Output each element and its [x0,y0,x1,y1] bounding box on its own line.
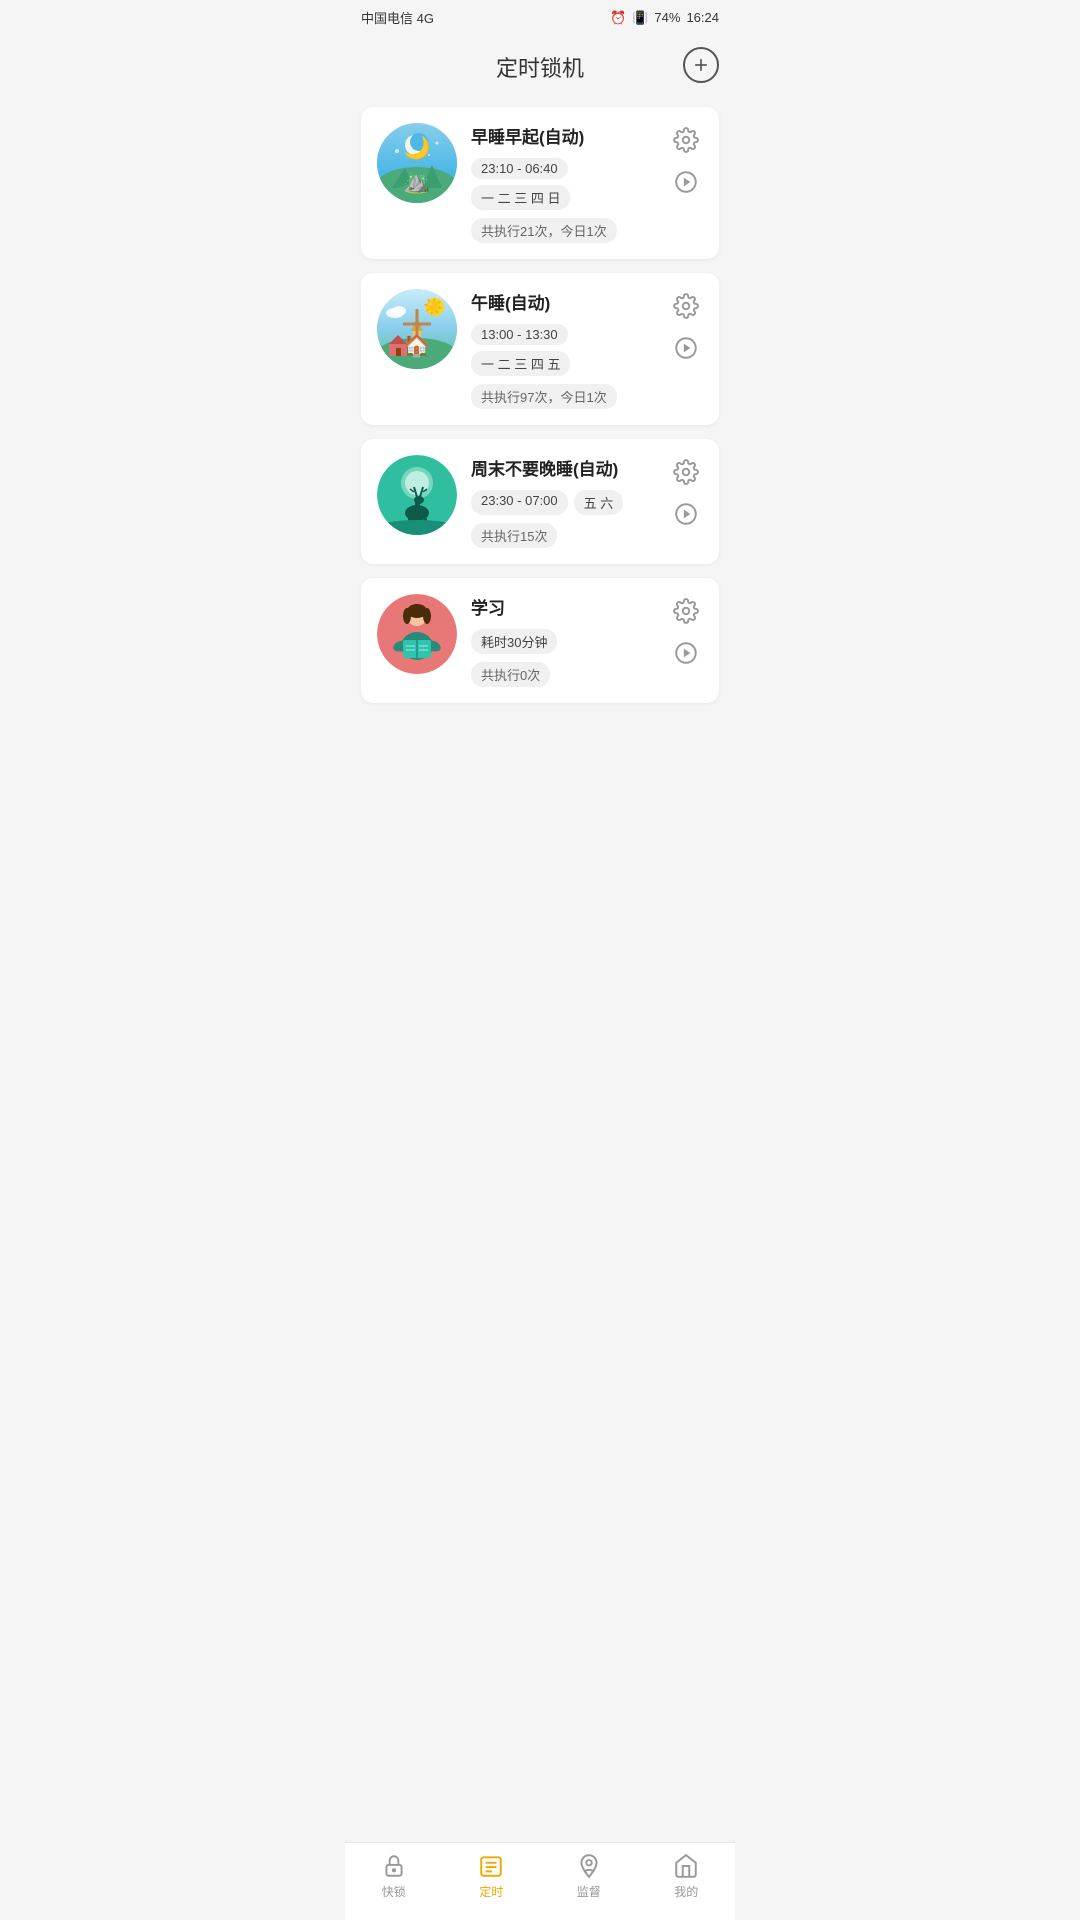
card-title-study: 学习 [471,594,655,619]
page-header: 定时锁机 [345,31,735,99]
card-body-early-sleep: 早睡早起(自动) 23:10 - 06:40 一 二 三 四 日 共执行21次，… [471,123,655,243]
nav-label-monitor: 监督 [577,1883,601,1900]
card-tags-early-sleep: 23:10 - 06:40 一 二 三 四 日 [471,158,655,210]
card-tags-weekend: 23:30 - 07:00 五 六 [471,490,655,515]
settings-button-weekend[interactable] [669,455,703,489]
battery-text: 74% [654,10,680,25]
schedule-card-weekend: 周末不要晚睡(自动) 23:30 - 07:00 五 六 共执行15次 [361,439,719,564]
nav-label-quick-lock: 快锁 [382,1883,406,1900]
schedule-card-early-sleep: 早睡早起(自动) 23:10 - 06:40 一 二 三 四 日 共执行21次，… [361,107,719,259]
alarm-icon: ⏰ [610,10,626,26]
days-tag-weekend: 五 六 [574,490,624,515]
status-bar: 中国电信 4G ⏰ 📳 74% 16:24 [345,0,735,31]
schedule-image-early-sleep [377,123,457,203]
play-button-study[interactable] [669,636,703,670]
card-title-weekend: 周末不要晚睡(自动) [471,455,655,480]
card-title-early-sleep: 早睡早起(自动) [471,123,655,148]
card-tags-study: 耗时30分钟 [471,629,655,654]
play-button-weekend[interactable] [669,497,703,531]
card-actions-study [669,594,703,670]
card-tags-noon: 13:00 - 13:30 一 二 三 四 五 [471,324,655,376]
stat-study: 共执行0次 [471,662,550,687]
card-actions-noon [669,289,703,365]
add-schedule-button[interactable] [683,47,719,83]
card-body-weekend: 周末不要晚睡(自动) 23:30 - 07:00 五 六 共执行15次 [471,455,655,548]
settings-button-noon[interactable] [669,289,703,323]
card-actions-weekend [669,455,703,531]
card-title-noon: 午睡(自动) [471,289,655,314]
time-range-tag-weekend: 23:30 - 07:00 [471,490,568,515]
time-range-tag-noon: 13:00 - 13:30 [471,324,568,345]
stat-noon: 共执行97次，今日1次 [471,384,617,409]
play-button-early-sleep[interactable] [669,165,703,199]
stat-early-sleep: 共执行21次，今日1次 [471,218,617,243]
card-body-noon: 午睡(自动) 13:00 - 13:30 一 二 三 四 五 共执行97次，今日… [471,289,655,409]
schedule-image-noon [377,289,457,369]
status-right: ⏰ 📳 74% 16:24 [610,10,719,26]
time-text: 16:24 [686,10,719,25]
card-body-study: 学习 耗时30分钟 共执行0次 [471,594,655,687]
settings-button-early-sleep[interactable] [669,123,703,157]
nav-item-schedule[interactable]: 定时 [461,1853,521,1900]
schedule-image-weekend [377,455,457,535]
nav-item-mine[interactable]: 我的 [656,1853,716,1900]
settings-button-study[interactable] [669,594,703,628]
schedule-card-study: 学习 耗时30分钟 共执行0次 [361,578,719,703]
nav-item-monitor[interactable]: 监督 [559,1853,619,1900]
page-title: 定时锁机 [496,51,584,83]
duration-tag-study: 耗时30分钟 [471,629,557,654]
schedule-image-study [377,594,457,674]
stat-weekend: 共执行15次 [471,523,557,548]
play-button-noon[interactable] [669,331,703,365]
nav-label-mine: 我的 [674,1883,698,1900]
schedule-card-noon: 午睡(自动) 13:00 - 13:30 一 二 三 四 五 共执行97次，今日… [361,273,719,425]
schedule-list: 早睡早起(自动) 23:10 - 06:40 一 二 三 四 日 共执行21次，… [345,99,735,711]
bottom-nav: 快锁 定时 监督 我的 [345,1842,735,1920]
nav-item-quick-lock[interactable]: 快锁 [364,1853,424,1900]
vibrate-icon: 📳 [632,10,648,26]
days-tag-noon: 一 二 三 四 五 [471,351,570,376]
carrier-text: 中国电信 4G [361,8,434,27]
time-range-tag-early-sleep: 23:10 - 06:40 [471,158,568,179]
card-actions-early-sleep [669,123,703,199]
days-tag-early-sleep: 一 二 三 四 日 [471,185,570,210]
nav-label-schedule: 定时 [479,1883,503,1900]
